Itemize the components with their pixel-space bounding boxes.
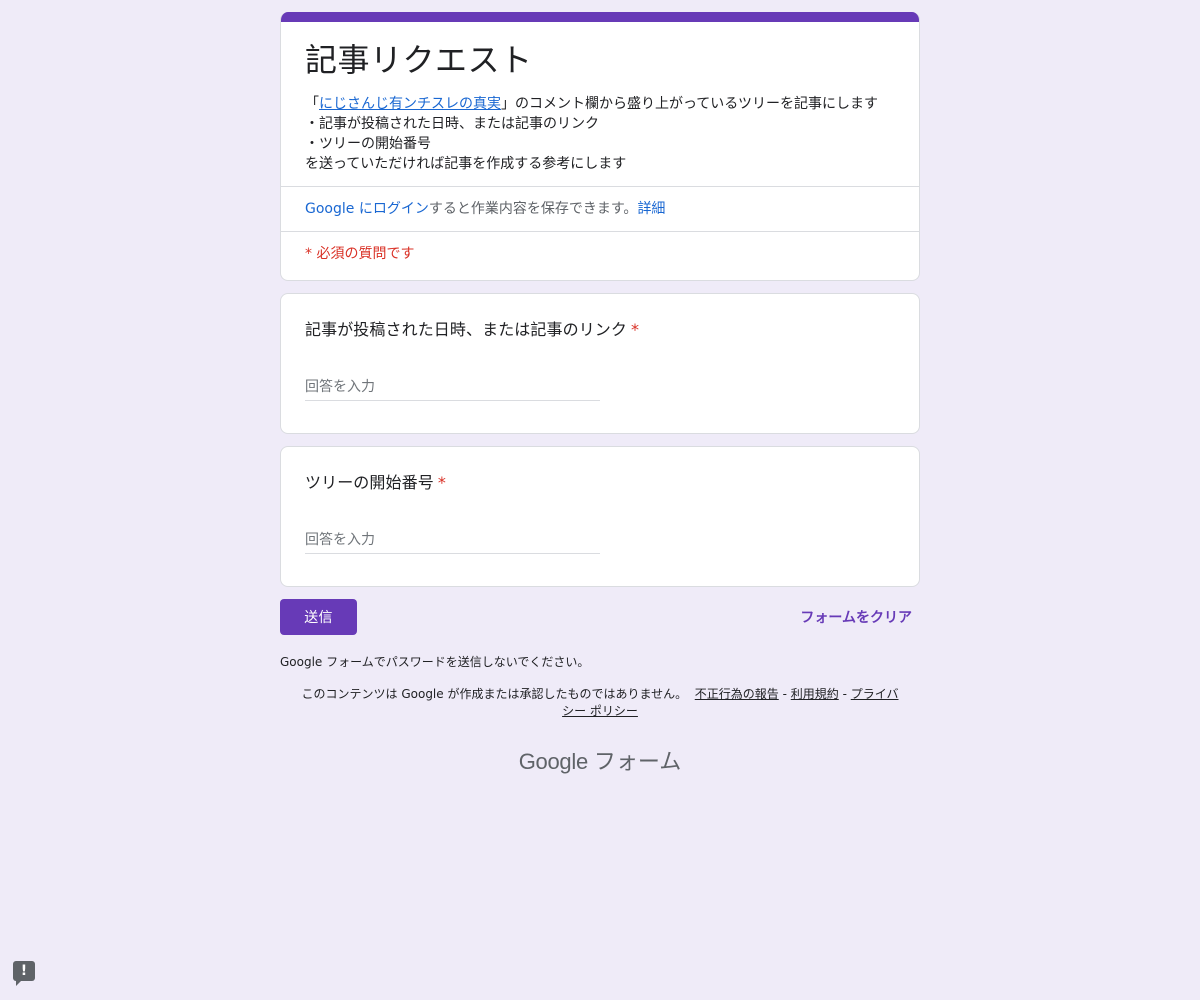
brand-forms: フォーム bbox=[593, 750, 682, 775]
footer-separator: - bbox=[778, 687, 791, 701]
question-card-tree-start: ツリーの開始番号 * bbox=[280, 446, 920, 587]
form-title: 記事リクエスト bbox=[305, 41, 533, 79]
question-title-text: 記事が投稿された日時、または記事のリンク bbox=[305, 320, 628, 339]
submit-button[interactable]: 送信 bbox=[280, 599, 357, 635]
desc-line4: を送っていただければ記事を作成する参考にします bbox=[305, 156, 627, 172]
question-title: 記事が投稿された日時、または記事のリンク * bbox=[305, 318, 895, 342]
password-warning: Google フォームでパスワードを送信しないでください。 bbox=[280, 655, 590, 669]
question-title: ツリーの開始番号 * bbox=[305, 471, 895, 495]
required-asterisk: * bbox=[437, 473, 446, 492]
footer-separator: - bbox=[838, 687, 851, 701]
required-note: * 必須の質問です bbox=[305, 246, 415, 262]
desc-line1-text: 」のコメント欄から盛り上がっているツリーを記事にします bbox=[501, 96, 879, 112]
form-description: 「にじさんじ有ンチスレの真実」のコメント欄から盛り上がっているツリーを記事にしま… bbox=[305, 94, 895, 174]
google-login-link[interactable]: Google にログイン bbox=[305, 201, 429, 217]
details-link[interactable]: 詳細 bbox=[637, 201, 665, 217]
report-feedback-icon[interactable]: ! bbox=[13, 961, 35, 986]
clear-form-button[interactable]: フォームをクリア bbox=[792, 607, 920, 627]
footer-disclaimer: このコンテンツは Google が作成または承認したものではありません。 不正行… bbox=[280, 686, 920, 720]
required-asterisk: * bbox=[631, 320, 640, 339]
report-abuse-link[interactable]: 不正行為の報告 bbox=[695, 687, 779, 701]
answer-input-tree-start[interactable] bbox=[305, 527, 600, 554]
desc-line3: ・ツリーの開始番号 bbox=[305, 136, 431, 152]
login-notice: Google にログインすると作業内容を保存できます。詳細 bbox=[281, 187, 919, 231]
disclaimer-text: このコンテンツは Google が作成または承認したものではありません。 bbox=[301, 687, 688, 701]
form-container: 記事リクエスト 「にじさんじ有ンチスレの真実」のコメント欄から盛り上がっているツ… bbox=[280, 12, 920, 776]
form-header-card: 記事リクエスト 「にじさんじ有ンチスレの真実」のコメント欄から盛り上がっているツ… bbox=[280, 12, 920, 281]
desc-line2: ・記事が投稿された日時、または記事のリンク bbox=[305, 116, 599, 132]
brand-google: Google bbox=[518, 749, 588, 774]
header-main: 記事リクエスト 「にじさんじ有ンチスレの真実」のコメント欄から盛り上がっているツ… bbox=[281, 22, 919, 186]
google-forms-logo[interactable]: Google フォーム bbox=[280, 744, 920, 776]
answer-input-article-link[interactable] bbox=[305, 374, 600, 401]
form-actions: 送信 フォームをクリア bbox=[280, 599, 920, 635]
question-card-article-link: 記事が投稿された日時、または記事のリンク * bbox=[280, 293, 920, 434]
desc-thread-link[interactable]: にじさんじ有ンチスレの真実 bbox=[319, 96, 501, 112]
desc-quote-open: 「 bbox=[305, 96, 319, 112]
accent-bar bbox=[281, 12, 919, 22]
question-title-text: ツリーの開始番号 bbox=[305, 473, 434, 492]
login-notice-text: すると作業内容を保存できます。 bbox=[428, 201, 638, 217]
terms-link[interactable]: 利用規約 bbox=[791, 687, 839, 701]
